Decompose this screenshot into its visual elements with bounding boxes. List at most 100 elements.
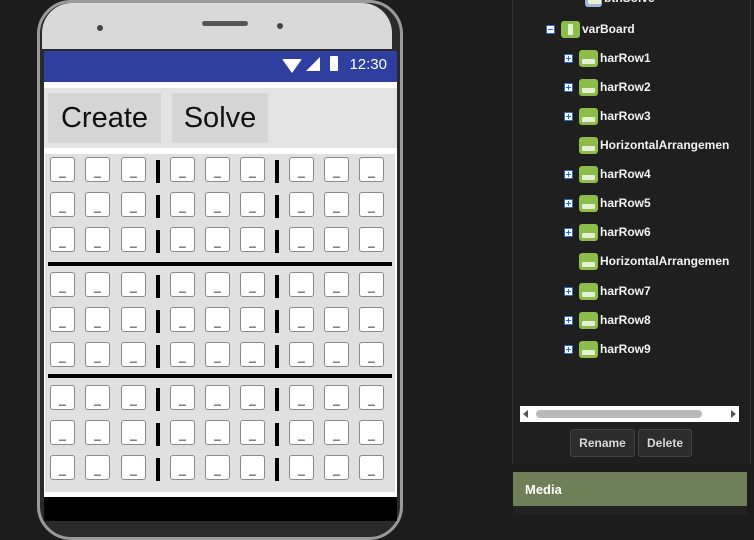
- expand-icon[interactable]: [564, 286, 573, 296]
- board-cell[interactable]: _: [85, 385, 110, 410]
- collapse-icon[interactable]: [546, 24, 555, 34]
- board-cell[interactable]: _: [359, 385, 384, 410]
- board-cell[interactable]: _: [50, 420, 75, 445]
- board-cell[interactable]: _: [324, 227, 349, 252]
- board-cell[interactable]: _: [170, 227, 195, 252]
- board-cell[interactable]: _: [289, 192, 314, 217]
- board-cell[interactable]: _: [170, 420, 195, 445]
- board-cell[interactable]: _: [324, 192, 349, 217]
- board-cell[interactable]: _: [205, 192, 230, 217]
- board-cell[interactable]: _: [289, 227, 314, 252]
- board-cell[interactable]: _: [50, 342, 75, 367]
- board-cell[interactable]: _: [121, 272, 146, 297]
- board-cell[interactable]: _: [359, 455, 384, 480]
- board-cell[interactable]: _: [324, 307, 349, 332]
- board-cell[interactable]: _: [205, 455, 230, 480]
- board-cell[interactable]: _: [121, 192, 146, 217]
- tree-node-harrow4[interactable]: harRow4: [564, 164, 651, 184]
- board-cell[interactable]: _: [121, 385, 146, 410]
- board-cell[interactable]: _: [205, 385, 230, 410]
- board-cell[interactable]: _: [324, 385, 349, 410]
- board-cell[interactable]: _: [85, 227, 110, 252]
- board-cell[interactable]: _: [85, 157, 110, 182]
- tree-node-harrow5[interactable]: harRow5: [564, 193, 651, 213]
- board-cell[interactable]: _: [289, 272, 314, 297]
- delete-button[interactable]: Delete: [638, 429, 692, 457]
- board-cell[interactable]: _: [85, 307, 110, 332]
- tree-node-varboard[interactable]: varBoard: [546, 19, 635, 39]
- board-cell[interactable]: _: [50, 227, 75, 252]
- expand-icon[interactable]: [564, 111, 573, 121]
- board-cell[interactable]: _: [205, 272, 230, 297]
- board-cell[interactable]: _: [85, 272, 110, 297]
- tree-node-harrow6[interactable]: harRow6: [564, 222, 651, 242]
- board-cell[interactable]: _: [324, 342, 349, 367]
- expand-icon[interactable]: [564, 82, 573, 92]
- board-cell[interactable]: _: [205, 227, 230, 252]
- board-cell[interactable]: _: [50, 192, 75, 217]
- board-cell[interactable]: _: [50, 385, 75, 410]
- board-cell[interactable]: _: [240, 157, 265, 182]
- expand-icon[interactable]: [564, 169, 573, 179]
- board-cell[interactable]: _: [240, 420, 265, 445]
- board-cell[interactable]: _: [205, 342, 230, 367]
- board-cell[interactable]: _: [50, 455, 75, 480]
- board-cell[interactable]: _: [359, 272, 384, 297]
- board-cell[interactable]: _: [205, 307, 230, 332]
- board-cell[interactable]: _: [121, 227, 146, 252]
- board-cell[interactable]: _: [50, 307, 75, 332]
- expand-icon[interactable]: [564, 198, 573, 208]
- board-cell[interactable]: _: [240, 455, 265, 480]
- board-cell[interactable]: _: [121, 455, 146, 480]
- board-cell[interactable]: _: [359, 342, 384, 367]
- board-cell[interactable]: _: [85, 455, 110, 480]
- board-cell[interactable]: _: [324, 157, 349, 182]
- board-cell[interactable]: _: [205, 420, 230, 445]
- board-cell[interactable]: _: [240, 342, 265, 367]
- board-cell[interactable]: _: [359, 307, 384, 332]
- board-cell[interactable]: _: [170, 342, 195, 367]
- tree-node-harrow1[interactable]: harRow1: [564, 48, 651, 68]
- board-cell[interactable]: _: [205, 157, 230, 182]
- board-cell[interactable]: _: [240, 227, 265, 252]
- tree-node-btnsolve[interactable]: btnSolve: [585, 0, 655, 8]
- board-cell[interactable]: _: [359, 157, 384, 182]
- tree-node-harrow2[interactable]: harRow2: [564, 77, 651, 97]
- scrollbar-thumb[interactable]: [536, 410, 702, 418]
- board-cell[interactable]: _: [121, 342, 146, 367]
- expand-icon[interactable]: [564, 227, 573, 237]
- board-cell[interactable]: _: [121, 307, 146, 332]
- board-cell[interactable]: _: [121, 420, 146, 445]
- board-cell[interactable]: _: [170, 455, 195, 480]
- tree-node-harrow8[interactable]: harRow8: [564, 310, 651, 330]
- board-cell[interactable]: _: [324, 455, 349, 480]
- board-cell[interactable]: _: [170, 385, 195, 410]
- tree-node-harrow7[interactable]: harRow7: [564, 281, 651, 301]
- tree-node-harrow3[interactable]: harRow3: [564, 106, 651, 126]
- board-cell[interactable]: _: [121, 157, 146, 182]
- board-cell[interactable]: _: [324, 420, 349, 445]
- board-cell[interactable]: _: [240, 272, 265, 297]
- board-cell[interactable]: _: [170, 192, 195, 217]
- board-cell[interactable]: _: [170, 272, 195, 297]
- tree-node-horizontalarrangemen[interactable]: HorizontalArrangemen: [564, 135, 729, 155]
- create-button[interactable]: Create: [48, 93, 161, 143]
- board-cell[interactable]: _: [170, 157, 195, 182]
- board-cell[interactable]: _: [170, 307, 195, 332]
- board-cell[interactable]: _: [240, 307, 265, 332]
- board-cell[interactable]: _: [289, 385, 314, 410]
- board-cell[interactable]: _: [85, 192, 110, 217]
- scroll-right-arrow-icon[interactable]: [731, 410, 736, 418]
- board-cell[interactable]: _: [289, 455, 314, 480]
- board-cell[interactable]: _: [324, 272, 349, 297]
- board-cell[interactable]: _: [289, 307, 314, 332]
- rename-button[interactable]: Rename: [570, 429, 635, 457]
- scroll-left-arrow-icon[interactable]: [523, 410, 528, 418]
- expand-icon[interactable]: [564, 53, 573, 63]
- expand-icon[interactable]: [564, 344, 573, 354]
- tree-horizontal-scrollbar[interactable]: [520, 406, 739, 422]
- board-cell[interactable]: _: [289, 157, 314, 182]
- solve-button[interactable]: Solve: [172, 93, 268, 143]
- board-cell[interactable]: _: [85, 420, 110, 445]
- tree-node-harrow9[interactable]: harRow9: [564, 339, 651, 359]
